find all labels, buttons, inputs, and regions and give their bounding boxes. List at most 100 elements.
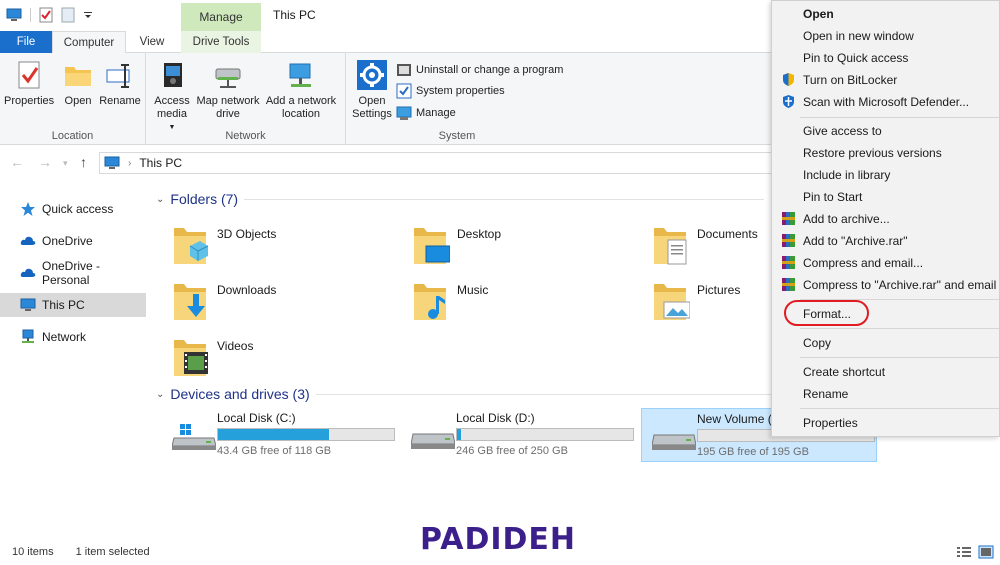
section-divider bbox=[315, 393, 776, 395]
drive-usage-fill bbox=[457, 429, 461, 440]
section-divider bbox=[244, 198, 765, 200]
back-arrow-icon[interactable]: ← bbox=[10, 154, 24, 170]
menu-item-label: Scan with Microsoft Defender... bbox=[803, 95, 970, 109]
folders-heading: Folders (7) bbox=[170, 191, 239, 207]
manage-button[interactable]: Manage bbox=[396, 104, 456, 122]
menu-item-turn-on-bitlocker[interactable]: Turn on BitLocker bbox=[772, 69, 1000, 91]
rename-label: Rename bbox=[99, 95, 141, 107]
folders-section-header[interactable]: ⌄ Folders (7) bbox=[156, 191, 765, 207]
menu-item-pin-quick-access[interactable]: Pin to Quick access bbox=[772, 47, 1000, 69]
window-title: This PC bbox=[273, 8, 316, 22]
drive-c[interactable]: Local Disk (C:) 43.4 GB free of 118 GB bbox=[162, 408, 398, 462]
properties-label: Properties bbox=[4, 95, 55, 107]
folder-name: Documents bbox=[697, 227, 758, 241]
status-selection: 1 item selected bbox=[75, 546, 150, 558]
hard-drive-icon bbox=[652, 434, 696, 450]
menu-item-open[interactable]: Open bbox=[772, 3, 1000, 25]
new-folder-icon[interactable] bbox=[61, 7, 75, 23]
menu-item-restore-versions[interactable]: Restore previous versions bbox=[772, 142, 1000, 164]
menu-item-copy[interactable]: Copy bbox=[772, 332, 1000, 354]
system-properties-label: System properties bbox=[416, 85, 505, 97]
open-settings-button[interactable]: Open Settings bbox=[350, 59, 394, 121]
menu-item-add-to-archive-rar[interactable]: Add to "Archive.rar" bbox=[772, 230, 1000, 252]
cloud-icon bbox=[20, 233, 36, 249]
recent-locations-chevron-icon[interactable]: ▾ bbox=[63, 158, 68, 169]
menu-separator bbox=[800, 408, 999, 409]
folder-name: Music bbox=[457, 283, 489, 297]
tab-drive-tools[interactable]: Drive Tools bbox=[181, 31, 261, 53]
location-group: Properties Open Rename Location bbox=[0, 53, 146, 145]
tab-view[interactable]: View bbox=[132, 31, 172, 53]
menu-item-compress-archive-email[interactable]: Compress to "Archive.rar" and email bbox=[772, 274, 1000, 296]
access-media-button[interactable]: Access media ▼ bbox=[150, 59, 194, 134]
manage-context-tab: Manage bbox=[181, 3, 261, 31]
tab-computer[interactable]: Computer bbox=[52, 31, 126, 54]
menu-item-include-library[interactable]: Include in library bbox=[772, 164, 1000, 186]
system-group: Open Settings Uninstall or change a prog… bbox=[346, 53, 568, 145]
chevron-down-icon[interactable] bbox=[83, 10, 93, 20]
folder-videos[interactable]: Videos bbox=[170, 334, 400, 384]
folder-3d-objects[interactable]: 3D Objects bbox=[170, 222, 400, 272]
sidebar-item-this-pc[interactable]: This PC bbox=[0, 293, 146, 317]
menu-item-pin-start[interactable]: Pin to Start bbox=[772, 186, 1000, 208]
add-network-location-button[interactable]: Add a network location bbox=[264, 59, 338, 121]
sidebar-item-onedrive[interactable]: OneDrive bbox=[0, 229, 146, 253]
context-menu: Open Open in new window Pin to Quick acc… bbox=[771, 0, 1000, 437]
folder-music[interactable]: Music bbox=[410, 278, 640, 328]
computer-icon[interactable] bbox=[6, 8, 22, 22]
menu-item-add-to-archive[interactable]: Add to archive... bbox=[772, 208, 1000, 230]
large-icons-view-icon[interactable] bbox=[978, 545, 994, 559]
system-group-label: System bbox=[438, 130, 476, 142]
drive-usage-bar bbox=[456, 428, 634, 441]
hard-drive-icon bbox=[411, 433, 455, 449]
open-folder-icon bbox=[62, 59, 94, 91]
properties-check-icon[interactable] bbox=[39, 7, 53, 23]
sidebar-item-onedrive-personal[interactable]: OneDrive - Personal bbox=[0, 259, 146, 287]
menu-separator bbox=[800, 328, 999, 329]
address-bar[interactable]: › This PC bbox=[99, 152, 779, 174]
folder-name: 3D Objects bbox=[217, 227, 277, 241]
uninstall-program-button[interactable]: Uninstall or change a program bbox=[396, 61, 563, 79]
tab-file[interactable]: File bbox=[0, 31, 52, 53]
folder-name: Pictures bbox=[697, 283, 741, 297]
rename-button[interactable]: Rename bbox=[98, 59, 142, 108]
downloads-folder-icon bbox=[174, 284, 206, 320]
map-network-drive-label: Map network drive bbox=[196, 95, 260, 120]
details-view-icon[interactable] bbox=[956, 545, 972, 559]
up-arrow-icon[interactable]: ↑ bbox=[80, 154, 87, 170]
forward-arrow-icon[interactable]: → bbox=[38, 154, 52, 170]
drive-name: Local Disk (D:) bbox=[456, 411, 535, 425]
sidebar-item-quick-access[interactable]: Quick access bbox=[0, 197, 146, 221]
menu-item-compress-email[interactable]: Compress and email... bbox=[772, 252, 1000, 274]
network-drive-icon bbox=[212, 59, 244, 91]
status-bar: 10 items 1 item selected bbox=[12, 546, 150, 558]
toolbar-divider bbox=[30, 8, 31, 22]
folder-name: Downloads bbox=[217, 283, 277, 297]
cloud-icon bbox=[20, 265, 36, 281]
network-group-label: Network bbox=[225, 130, 266, 142]
open-button[interactable]: Open bbox=[60, 59, 96, 108]
gear-icon bbox=[356, 59, 388, 91]
documents-folder-icon bbox=[654, 228, 687, 265]
menu-item-give-access[interactable]: Give access to bbox=[772, 120, 1000, 142]
menu-item-label: Add to "Archive.rar" bbox=[803, 234, 908, 248]
drives-section-header[interactable]: ⌄ Devices and drives (3) bbox=[156, 386, 776, 402]
system-properties-button[interactable]: System properties bbox=[396, 82, 505, 100]
breadcrumb-this-pc[interactable]: This PC bbox=[139, 156, 182, 170]
menu-item-create-shortcut[interactable]: Create shortcut bbox=[772, 361, 1000, 383]
sidebar-item-network[interactable]: Network bbox=[0, 325, 146, 349]
map-network-drive-button[interactable]: Map network drive bbox=[194, 59, 262, 121]
folder-desktop[interactable]: Desktop bbox=[410, 222, 640, 272]
folder-downloads[interactable]: Downloads bbox=[170, 278, 400, 328]
menu-item-scan-defender[interactable]: Scan with Microsoft Defender... bbox=[772, 91, 1000, 113]
format-highlight-ring bbox=[784, 300, 869, 326]
menu-item-label: Turn on BitLocker bbox=[803, 73, 898, 87]
menu-item-rename[interactable]: Rename bbox=[772, 383, 1000, 405]
menu-item-properties[interactable]: Properties bbox=[772, 412, 1000, 434]
menu-item-open-new-window[interactable]: Open in new window bbox=[772, 25, 1000, 47]
add-network-location-label: Add a network location bbox=[265, 95, 337, 120]
properties-button[interactable]: Properties bbox=[4, 59, 54, 108]
network-icon bbox=[20, 329, 36, 345]
media-icon bbox=[156, 59, 188, 91]
drive-d[interactable]: Local Disk (D:) 246 GB free of 250 GB bbox=[401, 408, 637, 462]
